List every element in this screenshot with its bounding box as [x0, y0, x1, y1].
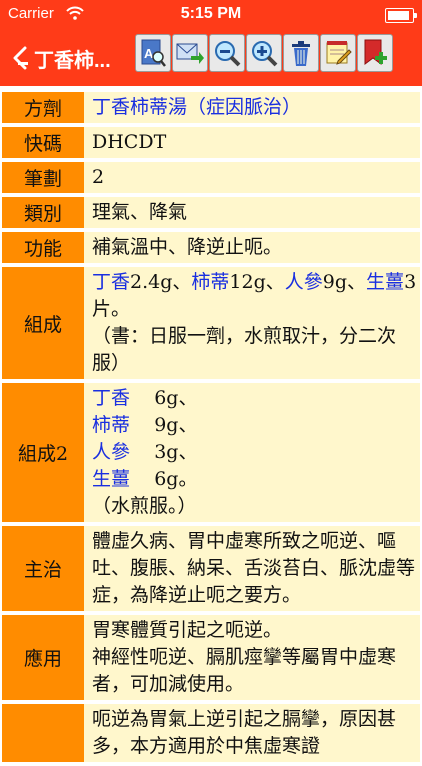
search-document-button[interactable]: A: [135, 34, 171, 72]
formula-detail-table: 方劑 丁香柿蒂湯（症因脈治） 快碼 DHCDT 筆劃 2 類別 理氣、降氣 功能…: [2, 88, 420, 766]
herb-link[interactable]: 丁香: [92, 387, 130, 409]
field-label: 主治: [2, 526, 84, 611]
trash-icon: [292, 41, 310, 66]
notepad-icon: [326, 41, 352, 65]
table-row: 筆劃 2: [2, 162, 420, 193]
mail-forward-icon: [176, 43, 204, 64]
svg-text:A: A: [144, 46, 154, 61]
table-row: 類別 理氣、降氣: [2, 197, 420, 228]
table-row: 功能 補氣溫中、降逆止呃。: [2, 232, 420, 263]
field-label: 快碼: [2, 127, 84, 158]
herb-link[interactable]: 人參: [285, 271, 323, 293]
back-button[interactable]: 丁香柿...: [12, 38, 137, 78]
list-item: 人參 3g、: [92, 439, 420, 466]
table-row: 組成 丁香2.4g、柿蒂12g、人參9g、生薑3片。 （書：日服一劑，水煎取汁，…: [2, 267, 420, 379]
herb-dose: 6g、: [154, 387, 198, 409]
composition-note: （水煎服。）: [92, 495, 197, 517]
herb-dose: 6g。: [154, 468, 198, 490]
table-row: 組成2 丁香 6g、 柿蒂 9g、 人參 3g、 生薑 6g。 （水煎服。）: [2, 383, 420, 522]
herb-link[interactable]: 丁香: [92, 271, 130, 293]
field-value: 丁香柿蒂湯（症因脈治）: [84, 92, 420, 123]
field-value: 補氣溫中、降逆止呃。: [84, 232, 420, 263]
field-label: 類別: [2, 197, 84, 228]
list-item: 丁香 6g、: [92, 385, 420, 412]
back-button-label: 丁香柿...: [34, 49, 111, 72]
field-label: 組成2: [2, 383, 84, 522]
delete-button[interactable]: [283, 34, 319, 72]
chevron-left-icon: [13, 46, 28, 70]
field-value: 呃逆為胃氣上逆引起之膈攣，原因甚多，本方適用於中焦虛寒證: [84, 704, 420, 762]
field-value: DHCDT: [84, 127, 420, 158]
herb-link[interactable]: 柿蒂: [191, 271, 229, 293]
composition-note: （書：日服一劑，水煎取汁，分二次服）: [92, 325, 397, 374]
application-value: 胃寒體質引起之呃逆。 神經性呃逆、膈肌痙攣等屬胃中虛寒者，可加減使用。: [84, 615, 420, 700]
field-label: 功能: [2, 232, 84, 263]
table-row: 主治 體虛久病、胃中虛寒所致之呃逆、嘔吐、腹脹、納呆、舌淡苔白、脈沈虛等症，為降…: [2, 526, 420, 611]
field-label: [2, 704, 84, 762]
search-doc-icon: A: [141, 39, 166, 67]
zoom-in-icon: [252, 41, 278, 67]
table-row: 方劑 丁香柿蒂湯（症因脈治）: [2, 92, 420, 123]
status-bar: Carrier 5:15 PM: [0, 0, 422, 30]
table-row: 快碼 DHCDT: [2, 127, 420, 158]
field-label: 方劑: [2, 92, 84, 123]
formula-name-link[interactable]: 丁香柿蒂湯（症因脈治）: [92, 96, 301, 118]
field-label: 應用: [2, 615, 84, 700]
herb-link[interactable]: 人參: [92, 441, 130, 463]
field-value: 2: [84, 162, 420, 193]
herb-link[interactable]: 生薑: [366, 271, 404, 293]
herb-link[interactable]: 柿蒂: [92, 414, 130, 436]
composition-value: 丁香2.4g、柿蒂12g、人參9g、生薑3片。 （書：日服一劑，水煎取汁，分二次…: [84, 267, 420, 379]
herb-dose: 9g、: [322, 271, 367, 293]
herb-dose: 9g、: [154, 414, 198, 436]
add-bookmark-icon: [364, 39, 387, 65]
navigation-bar: Carrier 5:15 PM 丁香柿... A: [0, 0, 422, 86]
notepad-button[interactable]: [320, 34, 356, 72]
herb-dose: 2.4g、: [130, 271, 192, 293]
herb-link[interactable]: 生薑: [92, 468, 130, 490]
zoom-out-icon: [215, 41, 241, 67]
zoom-in-button[interactable]: [246, 34, 282, 72]
zoom-out-button[interactable]: [209, 34, 245, 72]
mail-forward-button[interactable]: [172, 34, 208, 72]
field-value: 理氣、降氣: [84, 197, 420, 228]
list-item: 柿蒂 9g、: [92, 412, 420, 439]
herb-dose: 12g、: [229, 271, 285, 293]
composition2-value: 丁香 6g、 柿蒂 9g、 人參 3g、 生薑 6g。 （水煎服。）: [84, 383, 420, 522]
add-bookmark-button[interactable]: [357, 34, 393, 72]
battery-icon: [385, 8, 417, 23]
herb-dose: 3g、: [154, 441, 198, 463]
field-label: 筆劃: [2, 162, 84, 193]
clock-label: 5:15 PM: [180, 5, 242, 22]
application-line: 胃寒體質引起之呃逆。: [92, 619, 283, 641]
table-row: 呃逆為胃氣上逆引起之膈攣，原因甚多，本方適用於中焦虛寒證: [2, 704, 420, 762]
table-row: 應用 胃寒體質引起之呃逆。 神經性呃逆、膈肌痙攣等屬胃中虛寒者，可加減使用。: [2, 615, 420, 700]
list-item: 生薑 6g。: [92, 466, 420, 493]
field-label: 組成: [2, 267, 84, 379]
field-value: 體虛久病、胃中虛寒所致之呃逆、嘔吐、腹脹、納呆、舌淡苔白、脈沈虛等症，為降逆止呃…: [84, 526, 420, 611]
application-line: 神經性呃逆、膈肌痙攣等屬胃中虛寒者，可加減使用。: [92, 646, 397, 695]
